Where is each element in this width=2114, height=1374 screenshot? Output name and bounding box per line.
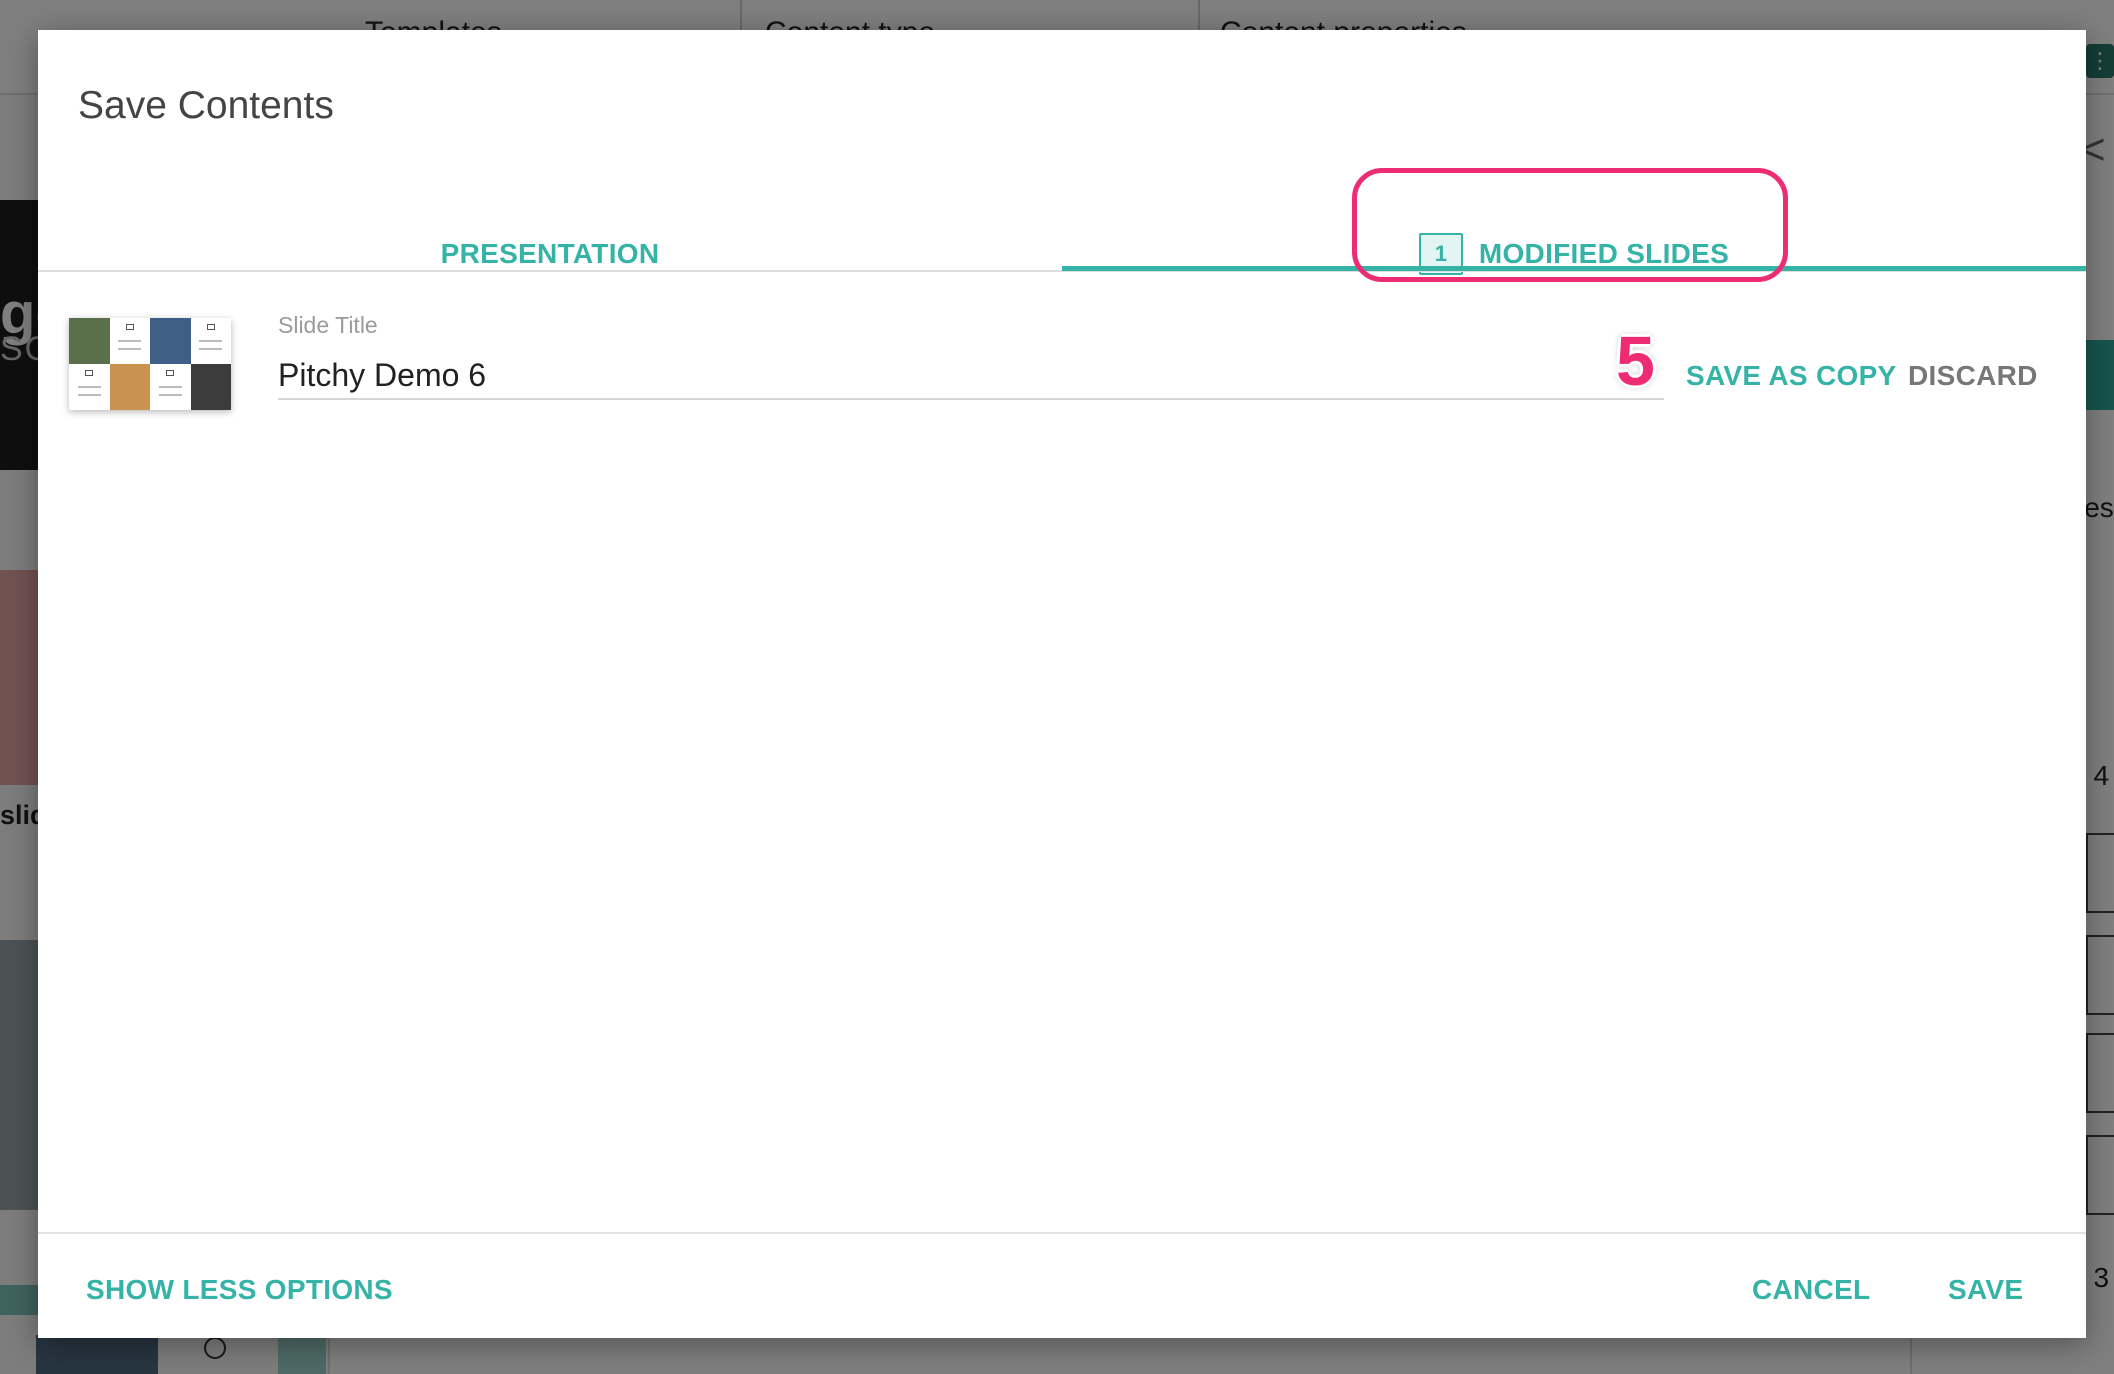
thumb-photo-cell bbox=[109, 364, 150, 410]
tab-modified-slides[interactable]: 1 MODIFIED SLIDES bbox=[1062, 206, 2086, 302]
thumb-photo-cell bbox=[190, 364, 231, 410]
save-contents-dialog: Save Contents PRESENTATION 1 MODIFIED SL… bbox=[38, 30, 2086, 1338]
slide-thumbnail bbox=[69, 318, 231, 410]
thumb-card-cell bbox=[190, 318, 231, 364]
thumb-text-line bbox=[118, 348, 142, 350]
thumb-card-cell bbox=[109, 318, 150, 364]
shield-icon bbox=[85, 370, 94, 376]
thumb-text-line bbox=[158, 386, 182, 388]
save-as-copy-button[interactable]: SAVE AS COPY bbox=[1686, 360, 1897, 392]
show-less-options-button[interactable]: SHOW LESS OPTIONS bbox=[86, 1274, 393, 1306]
tab-presentation[interactable]: PRESENTATION bbox=[38, 206, 1062, 302]
thumb-text-line bbox=[158, 394, 182, 396]
dialog-title: Save Contents bbox=[78, 84, 334, 127]
save-button[interactable]: SAVE bbox=[1948, 1274, 2023, 1306]
folder-icon bbox=[125, 324, 134, 330]
active-tab-indicator bbox=[1062, 266, 2086, 271]
thumb-text-line bbox=[199, 340, 223, 342]
slide-title-label: Slide Title bbox=[278, 312, 378, 338]
tab-presentation-label: PRESENTATION bbox=[440, 238, 660, 269]
thumb-text-line bbox=[77, 386, 101, 388]
thumb-text-line bbox=[77, 394, 101, 396]
thumb-photo-cell bbox=[150, 318, 191, 364]
monitor-icon bbox=[166, 370, 175, 376]
document-icon bbox=[206, 324, 215, 330]
annotation-step-number: 5 bbox=[1616, 322, 1655, 400]
cancel-button[interactable]: CANCEL bbox=[1752, 1274, 1870, 1306]
thumb-card-cell bbox=[69, 364, 110, 410]
thumb-text-line bbox=[199, 348, 223, 350]
footer-divider bbox=[38, 1232, 2086, 1234]
thumb-text-line bbox=[118, 340, 142, 342]
thumb-card-cell bbox=[150, 364, 191, 410]
slide-title-input[interactable] bbox=[278, 352, 1664, 400]
thumb-photo-cell bbox=[69, 318, 110, 364]
discard-button[interactable]: DISCARD bbox=[1908, 360, 2038, 392]
